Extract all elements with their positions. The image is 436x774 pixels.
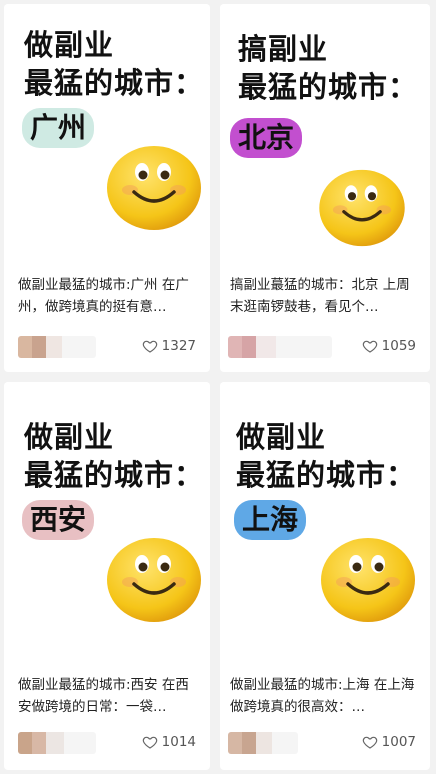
smiling-face-icon [321,538,415,622]
note-cover: 做副业 最猛的城市： 广州 [4,4,210,266]
note-footer: 1327 [18,334,196,358]
smiling-face-icon [319,169,405,247]
cover-headline-line2: 最猛的城市： [238,70,419,104]
like-counter[interactable]: 1059 [362,336,416,356]
smiling-face-icon [107,146,201,230]
like-counter[interactable]: 1014 [142,732,196,752]
cover-headline-line1: 做副业 [24,28,115,62]
note-description: 做副业最猛的城市:广州 在广州，做跨境真的挺有意… [18,277,189,315]
note-card[interactable]: 做副业 最猛的城市： 广州 做副业最猛的城市:广州 在广州，做跨境真的挺有意… … [4,4,210,372]
cover-headline: 做副业 最猛的城市： [236,418,416,494]
smiling-face-icon [107,538,201,622]
note-footer: 1007 [228,730,416,754]
city-tag: 广州 [22,108,95,148]
cover-headline-line1: 做副业 [24,420,115,454]
note-description: 搞副业蕞猛的城市：北京 上周末逛南锣鼓巷，看见个… [230,277,410,315]
like-count: 1059 [381,338,416,354]
heart-outline-icon [362,340,377,353]
author-avatar-blurred[interactable] [228,732,298,754]
cover-headline-line2: 最猛的城市： [236,458,417,492]
cover-headline: 搞副业 最猛的城市： [238,30,418,106]
city-tag: 上海 [234,500,307,540]
like-counter[interactable]: 1007 [362,732,416,752]
note-footer: 1059 [228,334,416,358]
like-count: 1007 [381,734,416,750]
note-cover: 搞副业 最猛的城市： 北京 [220,4,430,266]
note-card[interactable]: 搞副业 最猛的城市： 北京 搞副业蕞猛的城市：北京 上周末逛南锣鼓巷，看见个… … [220,4,430,372]
city-tag: 西安 [22,500,95,540]
note-cover: 做副业 最猛的城市： 上海 [220,382,430,668]
note-footer: 1014 [18,730,196,754]
heart-outline-icon [142,340,157,353]
author-avatar-blurred[interactable] [228,336,332,358]
heart-outline-icon [362,736,377,749]
like-count: 1327 [161,338,196,354]
note-description: 做副业最猛的城市:西安 在西安做跨境的日常：一袋… [18,677,189,715]
city-tag: 北京 [230,118,303,158]
author-avatar-blurred[interactable] [18,732,96,754]
notes-feed-grid: 做副业 最猛的城市： 广州 做副业最猛的城市:广州 在广州，做跨境真的挺有意… … [0,0,436,774]
cover-headline-line2: 最猛的城市： [24,66,205,100]
cover-headline: 做副业 最猛的城市： [24,418,204,494]
cover-headline-line1: 做副业 [236,420,327,454]
cover-headline: 做副业 最猛的城市： [24,26,204,102]
cover-headline-line2: 最猛的城市： [24,458,205,492]
like-counter[interactable]: 1327 [142,336,196,356]
like-count: 1014 [161,734,196,750]
note-description: 做副业最猛的城市:上海 在上海做跨境真的很高效：… [230,677,415,715]
note-card[interactable]: 做副业 最猛的城市： 上海 做副业最猛的城市:上海 在上海做跨境真的很高效：… … [220,382,430,770]
author-avatar-blurred[interactable] [18,336,96,358]
cover-headline-line1: 搞副业 [238,32,329,66]
heart-outline-icon [142,736,157,749]
note-card[interactable]: 做副业 最猛的城市： 西安 做副业最猛的城市:西安 在西安做跨境的日常：一袋… … [4,382,210,770]
note-cover: 做副业 最猛的城市： 西安 [4,382,210,668]
